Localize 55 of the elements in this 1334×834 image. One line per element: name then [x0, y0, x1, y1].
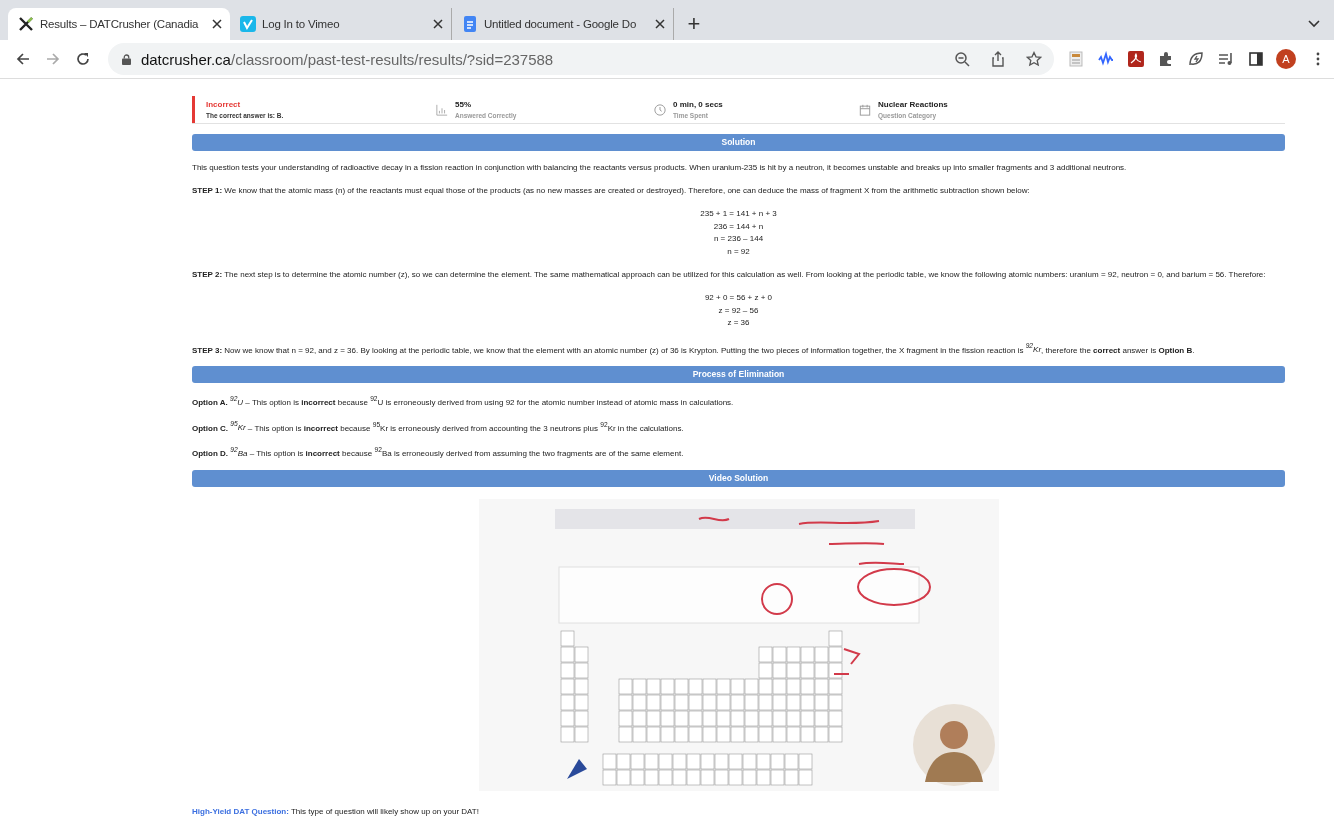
side-panel-icon[interactable]	[1248, 51, 1265, 67]
close-icon[interactable]	[655, 19, 665, 29]
star-icon[interactable]	[1026, 51, 1043, 67]
browser-tab[interactable]: Results – DATCrusher (Canadia	[8, 8, 230, 40]
option-explanation: Option A. $^{92}$U – This option is incorrect because $^{92}$U is erroneously derived from using 92 for the atomic number instead of atomic mass in calculations.	[192, 394, 735, 409]
browser-tab[interactable]: Log In to Vimeo	[230, 8, 452, 40]
equation: 92 + 0 = 56 + z + 0	[704, 292, 773, 304]
equation: z = 36	[727, 317, 750, 329]
leaf-icon[interactable]	[1188, 51, 1205, 67]
share-icon[interactable]	[990, 51, 1007, 67]
highlight-label: High-Yield DAT Question:	[192, 807, 289, 817]
option-explanation: Option C. $^{95}$Kr – This option is incorrect because $^{95}$Kr is erroneously derived from accounting the 3 neutrons plus $^{92}$Kr in the calculations.	[192, 419, 685, 435]
address-bar[interactable]: datcrusher.ca/classroom/past-test-results/results/?sid=237588	[107, 43, 1055, 75]
back-icon[interactable]	[15, 51, 31, 67]
browser-tab[interactable]: Untitled document - Google Do	[452, 8, 674, 40]
option-explanation: Option D. $^{92}$Ba – This option is incorrect because $^{92}$Ba is erroneously derived from assuming the two fragments are of the same element.	[192, 445, 685, 461]
equation: z = 92 – 56	[718, 304, 759, 317]
summary-title: Incorrect	[206, 100, 242, 109]
chevron-down-icon[interactable]	[1308, 20, 1320, 28]
v-logo-icon	[240, 16, 256, 32]
url-text: datcrusher.ca/classroom/past-test-results/results/?sid=237588	[140, 50, 554, 68]
paragraph: STEP 1: We know that the atomic mass (n) of the reactants must equal those of the products (as no new masses are created or destroyed). Therefore, one can deduce the mass of fragment X from the arithmetic subtraction shown below:	[192, 185, 1031, 197]
paragraph: STEP 3: Now we know that n = 92, and z = 36. By looking at the periodic table, we know that the element with an atomic number (z) of 36 is Krypton. Putting the two pieces of information together, the X fragment in the fission reaction is $^{92}$Kr, therefore the correct answer is Option B.	[192, 341, 1196, 357]
equation: 235 + 1 = 141 + n + 3	[700, 208, 777, 220]
tab-title: Log In to Vimeo	[262, 18, 341, 30]
equation: n = 236 – 144	[713, 233, 764, 245]
equation: 236 = 144 + n	[713, 220, 764, 233]
close-icon[interactable]	[433, 19, 443, 29]
calendar-icon	[859, 103, 871, 116]
bar-chart-icon	[436, 103, 448, 116]
section-header: Solution	[192, 134, 1285, 151]
section-header: Video Solution	[192, 470, 1285, 488]
document-icon	[462, 16, 478, 32]
x-logo-icon	[18, 16, 34, 32]
new-tab-button[interactable]: +	[680, 8, 708, 40]
clock-icon	[654, 103, 666, 116]
lock-icon	[121, 53, 131, 65]
close-icon[interactable]	[212, 19, 222, 29]
zoom-out-icon[interactable]	[954, 51, 971, 67]
section-header: Process of Elimination	[192, 366, 1285, 384]
summary-title: 55%	[455, 100, 472, 109]
notepad-icon[interactable]	[1068, 51, 1085, 67]
profile-avatar[interactable]: A	[1276, 49, 1296, 69]
reload-icon[interactable]	[74, 51, 91, 67]
playlist-icon[interactable]	[1218, 51, 1235, 67]
tab-title: Untitled document - Google Do	[484, 18, 638, 30]
tab-title: Results – DATCrusher (Canadia	[40, 18, 200, 30]
paragraph: High-Yield DAT Question: This type of question will likely show up on your DAT!	[192, 806, 480, 819]
equation: n = 92	[727, 245, 750, 258]
pdf-icon[interactable]	[1128, 51, 1145, 67]
summary-title: Nuclear Reactions	[878, 100, 948, 109]
paragraph: This question tests your understanding of radioactive decay in a fission reaction in conjunction with balancing the reactants versus products. When uranium-235 is hit by a neutron, it becomes unstable and breaks up into smaller fragments and 3 additional neutrons.	[192, 162, 1128, 174]
waveform-icon[interactable]	[1098, 51, 1115, 67]
summary-title: 0 min, 0 secs	[673, 100, 723, 109]
paragraph: STEP 2: The next step is to determine the atomic number (z), so we can determine the element. The same mathematical approach can be utilized for this calculation as well. From looking at the periodic table, we know the following atomic numbers: uranium = 92, neutron = 0, and barium = 56. Therefore:	[192, 269, 1267, 281]
